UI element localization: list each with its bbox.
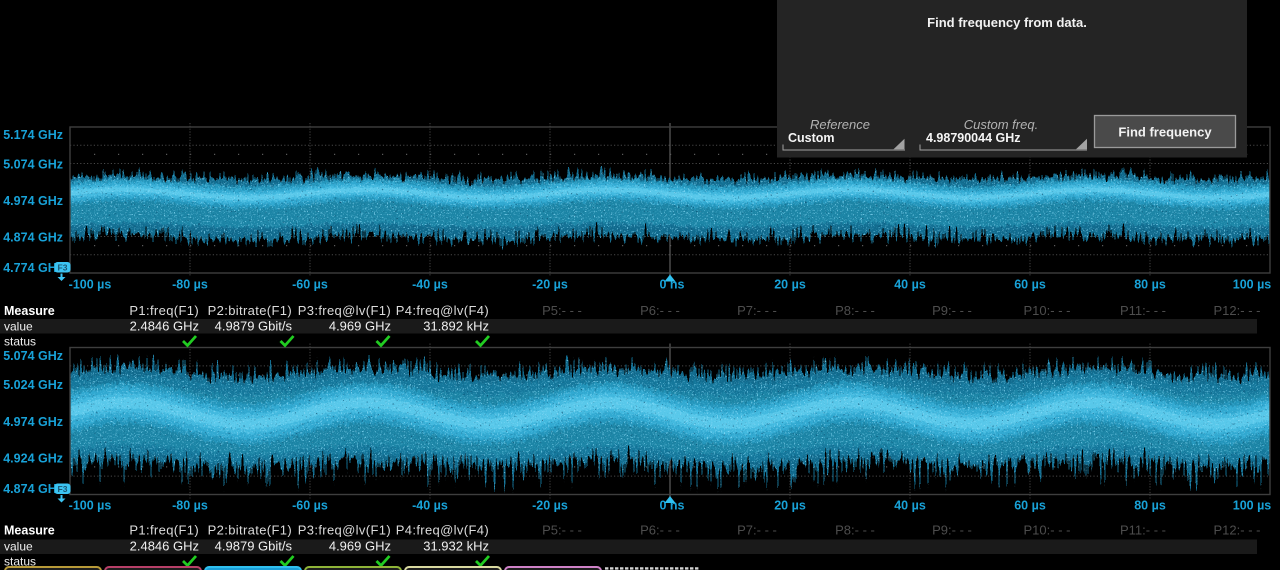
svg-text:Reference: Reference <box>810 117 870 132</box>
svg-text:P4:freq@lv(F4): P4:freq@lv(F4) <box>396 523 489 538</box>
svg-text:P10:- - -: P10:- - - <box>1024 523 1071 538</box>
svg-text:-60 µs: -60 µs <box>292 499 328 513</box>
svg-text:P2:bitrate(F1): P2:bitrate(F1) <box>208 303 292 318</box>
svg-text:-100 µs: -100 µs <box>69 499 112 513</box>
svg-text:4.874 GHz: 4.874 GHz <box>3 482 63 496</box>
svg-text:P12:- - -: P12:- - - <box>1214 303 1261 318</box>
svg-text:P6:- - -: P6:- - - <box>640 303 680 318</box>
svg-text:4.9879 Gbit/s: 4.9879 Gbit/s <box>215 539 293 554</box>
svg-text:4.969 GHz: 4.969 GHz <box>329 319 391 334</box>
svg-text:P5:- - -: P5:- - - <box>542 303 582 318</box>
svg-text:4.974 GHz: 4.974 GHz <box>3 194 63 208</box>
svg-text:P4:freq@lv(F4): P4:freq@lv(F4) <box>396 303 489 318</box>
svg-text:value: value <box>4 540 33 554</box>
svg-text:4.874 GHz: 4.874 GHz <box>3 230 63 244</box>
svg-text:5.024 GHz: 5.024 GHz <box>3 378 63 392</box>
svg-text:Measure: Measure <box>4 304 55 318</box>
svg-text:40 µs: 40 µs <box>894 499 926 513</box>
svg-text:80 µs: 80 µs <box>1134 278 1166 292</box>
svg-text:4.969 GHz: 4.969 GHz <box>329 539 391 554</box>
svg-text:100 µs: 100 µs <box>1233 499 1272 513</box>
svg-text:-60 µs: -60 µs <box>292 278 328 292</box>
svg-text:-80 µs: -80 µs <box>172 278 208 292</box>
svg-text:P2:bitrate(F1): P2:bitrate(F1) <box>208 523 292 538</box>
svg-text:P11:- - -: P11:- - - <box>1120 523 1166 538</box>
svg-text:P6:- - -: P6:- - - <box>640 523 680 538</box>
svg-text:P9:- - -: P9:- - - <box>932 303 972 318</box>
svg-text:Find frequency from data.: Find frequency from data. <box>927 15 1087 30</box>
svg-text:P9:- - -: P9:- - - <box>932 523 972 538</box>
svg-text:P8:- - -: P8:- - - <box>835 523 875 538</box>
svg-text:P3:freq@lv(F1): P3:freq@lv(F1) <box>298 303 391 318</box>
svg-text:-100 µs: -100 µs <box>69 278 112 292</box>
svg-text:Custom freq.: Custom freq. <box>964 117 1038 132</box>
svg-text:-20 µs: -20 µs <box>532 499 568 513</box>
svg-text:P8:- - -: P8:- - - <box>835 303 875 318</box>
svg-text:4.9879 Gbit/s: 4.9879 Gbit/s <box>215 319 293 334</box>
svg-text:value: value <box>4 320 33 334</box>
svg-text:Find frequency: Find frequency <box>1118 125 1212 140</box>
svg-text:P11:- - -: P11:- - - <box>1120 303 1166 318</box>
svg-text:5.074 GHz: 5.074 GHz <box>3 349 63 363</box>
svg-text:2.4846 GHz: 2.4846 GHz <box>130 539 199 554</box>
svg-text:P7:- - -: P7:- - - <box>737 523 777 538</box>
svg-text:-20 µs: -20 µs <box>532 278 568 292</box>
svg-text:31.892 kHz: 31.892 kHz <box>423 319 489 334</box>
svg-text:P5:- - -: P5:- - - <box>542 523 582 538</box>
svg-text:P1:freq(F1): P1:freq(F1) <box>129 303 199 318</box>
svg-text:80 µs: 80 µs <box>1134 499 1166 513</box>
svg-text:4.98790044 GHz: 4.98790044 GHz <box>926 131 1021 145</box>
svg-text:5.174 GHz: 5.174 GHz <box>3 128 63 142</box>
svg-text:P3:freq@lv(F1): P3:freq@lv(F1) <box>298 523 391 538</box>
svg-text:60 µs: 60 µs <box>1014 278 1046 292</box>
svg-text:100 µs: 100 µs <box>1233 278 1272 292</box>
svg-text:4.774 GHz: 4.774 GHz <box>3 261 63 275</box>
svg-text:31.932 kHz: 31.932 kHz <box>423 539 489 554</box>
svg-text:Measure: Measure <box>4 524 55 538</box>
svg-text:4.974 GHz: 4.974 GHz <box>3 415 63 429</box>
svg-text:P12:- - -: P12:- - - <box>1214 523 1261 538</box>
svg-text:4.924 GHz: 4.924 GHz <box>3 452 63 466</box>
svg-text:P7:- - -: P7:- - - <box>737 303 777 318</box>
svg-text:20 µs: 20 µs <box>774 278 806 292</box>
svg-text:60 µs: 60 µs <box>1014 499 1046 513</box>
svg-text:F3: F3 <box>58 484 68 494</box>
svg-text:40 µs: 40 µs <box>894 278 926 292</box>
svg-text:Custom: Custom <box>788 131 835 145</box>
svg-text:status: status <box>4 335 36 349</box>
svg-text:-40 µs: -40 µs <box>412 499 448 513</box>
svg-text:P1:freq(F1): P1:freq(F1) <box>129 523 199 538</box>
svg-text:P10:- - -: P10:- - - <box>1024 303 1071 318</box>
svg-text:5.074 GHz: 5.074 GHz <box>3 157 63 171</box>
svg-text:F3: F3 <box>58 262 68 272</box>
svg-text:-40 µs: -40 µs <box>412 278 448 292</box>
svg-text:2.4846 GHz: 2.4846 GHz <box>130 319 199 334</box>
svg-text:20 µs: 20 µs <box>774 499 806 513</box>
svg-text:-80 µs: -80 µs <box>172 499 208 513</box>
